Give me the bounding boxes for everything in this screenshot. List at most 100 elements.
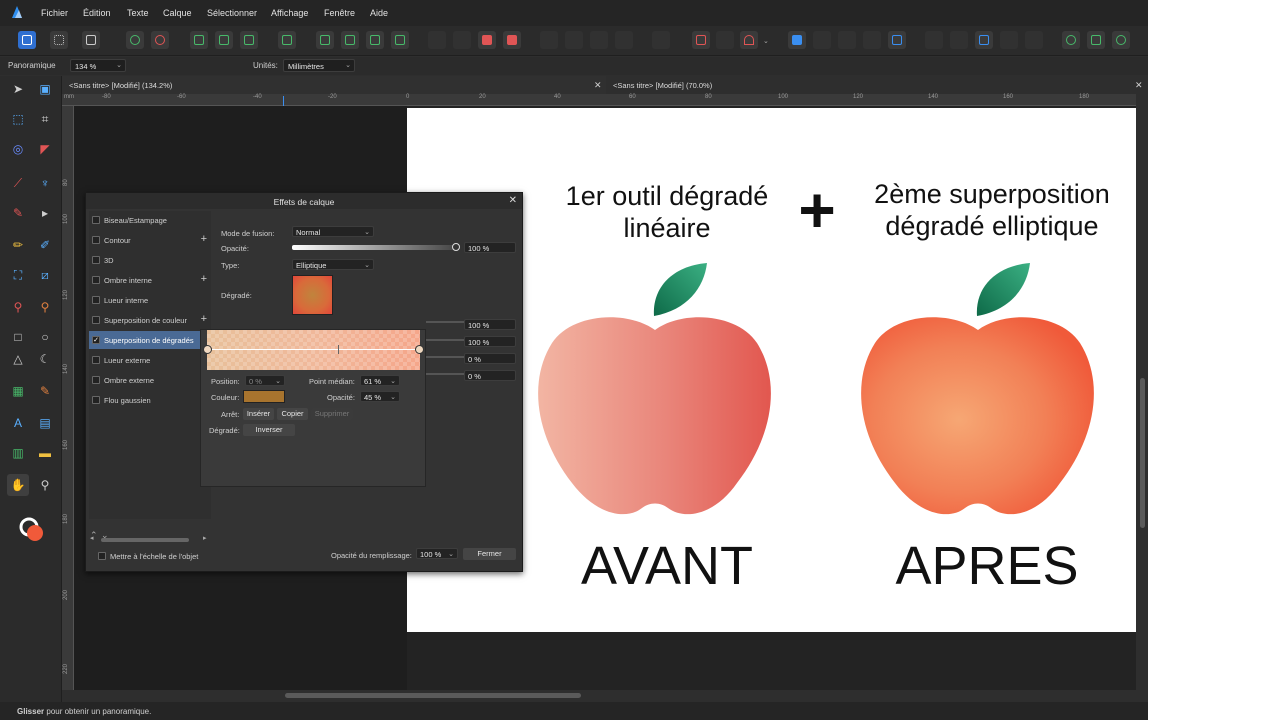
apple-linear-gradient[interactable] bbox=[532, 258, 782, 528]
value-field-4[interactable]: 0 % bbox=[464, 370, 516, 381]
color-swatches-icon[interactable] bbox=[18, 516, 46, 544]
align-button-2[interactable] bbox=[341, 31, 359, 49]
effect-checkbox[interactable] bbox=[92, 216, 100, 224]
gear-red-icon[interactable] bbox=[151, 31, 169, 49]
snap-button-4[interactable] bbox=[278, 31, 296, 49]
fill-opacity-dropdown[interactable]: 100 % ⌄ bbox=[416, 548, 458, 559]
value-field-2[interactable]: 100 % bbox=[464, 336, 516, 347]
designer-persona-button[interactable] bbox=[18, 31, 36, 49]
effect-checkbox[interactable] bbox=[92, 276, 100, 284]
snap-button-3[interactable] bbox=[240, 31, 258, 49]
pencil-tool-icon[interactable]: ✏ bbox=[9, 236, 27, 254]
boolean-xor-icon[interactable] bbox=[863, 31, 881, 49]
selection-tool-icon[interactable]: ⬚ bbox=[9, 110, 27, 128]
transform-button-4[interactable] bbox=[615, 31, 633, 49]
gradient-bar[interactable] bbox=[207, 330, 420, 370]
transform-button-3[interactable] bbox=[590, 31, 608, 49]
flood-select-icon[interactable]: ◎ bbox=[9, 140, 27, 158]
menu-calque[interactable]: Calque bbox=[163, 8, 192, 18]
pen-tool-icon[interactable]: ✎ bbox=[9, 204, 27, 222]
effect-checkbox[interactable] bbox=[92, 376, 100, 384]
artistic-text-icon[interactable]: A bbox=[9, 414, 27, 432]
crescent-tool-icon[interactable]: ☾ bbox=[36, 350, 54, 368]
rotate-button[interactable] bbox=[975, 31, 993, 49]
apple-elliptic-gradient[interactable] bbox=[855, 258, 1105, 528]
position-field[interactable]: 0 % ⌄ bbox=[245, 375, 285, 386]
transform-button-5[interactable] bbox=[652, 31, 670, 49]
dialog-close-icon[interactable]: ✕ bbox=[509, 195, 517, 206]
order-button-1[interactable] bbox=[428, 31, 446, 49]
blend-mode-dropdown[interactable]: Normal ⌄ bbox=[292, 226, 374, 237]
effect-inner-glow[interactable]: Lueur interne bbox=[89, 291, 211, 309]
snap-button-2[interactable] bbox=[215, 31, 233, 49]
assistant-icon-3[interactable] bbox=[1112, 31, 1130, 49]
move-tool-icon[interactable]: ➤ bbox=[9, 80, 27, 98]
effect-outer-shadow[interactable]: Ombre externe bbox=[89, 371, 211, 389]
effect-checkbox[interactable] bbox=[92, 396, 100, 404]
pixel-persona-button[interactable] bbox=[50, 31, 68, 49]
menu-fenetre[interactable]: Fenêtre bbox=[324, 8, 355, 18]
slider-track-3[interactable] bbox=[426, 356, 464, 358]
slider-track-1[interactable] bbox=[426, 321, 464, 323]
align-button-1[interactable] bbox=[316, 31, 334, 49]
effect-gaussian-blur[interactable]: Flou gaussien bbox=[89, 391, 211, 409]
zoom-field[interactable]: 134 % ⌄ bbox=[70, 59, 126, 72]
stop-color-swatch[interactable] bbox=[243, 390, 285, 403]
opacity-slider-handle[interactable] bbox=[452, 243, 460, 251]
close-button[interactable]: Fermer bbox=[463, 548, 516, 560]
stop-opacity-field[interactable]: 45 % ⌄ bbox=[360, 391, 400, 402]
menu-affichage[interactable]: Affichage bbox=[271, 8, 308, 18]
gradient-stop-start[interactable] bbox=[203, 345, 212, 354]
eyedropper-icon[interactable]: ⚲ bbox=[36, 298, 54, 316]
opacity-slider[interactable] bbox=[292, 245, 457, 250]
transparency-tool-icon[interactable]: ⧄ bbox=[36, 266, 54, 284]
measure-tool-icon[interactable]: ▬ bbox=[36, 444, 54, 462]
value-field-1[interactable]: 100 % bbox=[464, 319, 516, 330]
place-image-icon[interactable]: ▦ bbox=[9, 382, 27, 400]
add-effect-plus-icon[interactable]: + bbox=[201, 273, 207, 285]
boolean-subtract-icon[interactable] bbox=[813, 31, 831, 49]
insert-stop-button[interactable]: Insérer bbox=[243, 408, 274, 420]
add-effect-plus-icon[interactable]: + bbox=[201, 313, 207, 325]
settings-gear-icon[interactable] bbox=[126, 31, 144, 49]
gradient-preview-swatch[interactable] bbox=[292, 275, 333, 315]
crop-tool-icon[interactable]: ⌗ bbox=[36, 110, 54, 128]
effect-outer-glow[interactable]: Lueur externe bbox=[89, 351, 211, 369]
frame-text-icon[interactable]: ▤ bbox=[36, 414, 54, 432]
order-button-2[interactable] bbox=[453, 31, 471, 49]
delete-stop-button[interactable]: Supprimer bbox=[311, 408, 353, 420]
artboard-tool-icon[interactable]: ▣ bbox=[36, 80, 54, 98]
value-field-3[interactable]: 0 % bbox=[464, 353, 516, 364]
export-persona-button[interactable] bbox=[82, 31, 100, 49]
effect-inner-shadow[interactable]: Ombre interne + bbox=[89, 271, 211, 289]
flip-button-2[interactable] bbox=[950, 31, 968, 49]
effects-list-scrollbar[interactable] bbox=[101, 538, 189, 542]
add-effect-plus-icon[interactable]: + bbox=[201, 233, 207, 245]
paint-brush-red-icon[interactable]: ◤ bbox=[36, 140, 54, 158]
assistant-icon-2[interactable] bbox=[1087, 31, 1105, 49]
units-dropdown[interactable]: Millimètres ⌄ bbox=[283, 59, 355, 72]
scale-checkbox-box[interactable] bbox=[98, 552, 106, 560]
tab-right-close-icon[interactable]: ✕ bbox=[1135, 80, 1143, 91]
midpoint-field[interactable]: 61 % ⌄ bbox=[360, 375, 400, 386]
scale-checkbox[interactable]: Mettre à l'échelle de l'objet bbox=[98, 551, 198, 561]
snap-dropdown-chevron-icon[interactable]: ⌄ bbox=[763, 37, 769, 45]
arrange-red-button-1[interactable] bbox=[478, 31, 496, 49]
ellipse-tool-icon[interactable]: ○ bbox=[36, 328, 54, 346]
mask-button[interactable] bbox=[716, 31, 734, 49]
effect-checkbox-checked[interactable]: ✓ bbox=[92, 336, 100, 344]
menu-fichier[interactable]: Fichier bbox=[41, 8, 68, 18]
crop-red-icon[interactable] bbox=[692, 31, 710, 49]
copy-stop-button[interactable]: Copier bbox=[277, 408, 308, 420]
align-button-3[interactable] bbox=[366, 31, 384, 49]
rotate-button-3[interactable] bbox=[1025, 31, 1043, 49]
effect-3d[interactable]: 3D bbox=[89, 251, 211, 269]
zoom-tool-icon[interactable]: ⚲ bbox=[36, 476, 54, 494]
move-up-icon[interactable]: ⌃ bbox=[90, 530, 98, 541]
table-tool-icon[interactable]: ▥ bbox=[9, 444, 27, 462]
boolean-add-icon[interactable] bbox=[788, 31, 806, 49]
menu-aide[interactable]: Aide bbox=[370, 8, 388, 18]
effect-checkbox[interactable] bbox=[92, 296, 100, 304]
effect-color-overlay[interactable]: Superposition de couleur + bbox=[89, 311, 211, 329]
rotate-button-2[interactable] bbox=[1000, 31, 1018, 49]
